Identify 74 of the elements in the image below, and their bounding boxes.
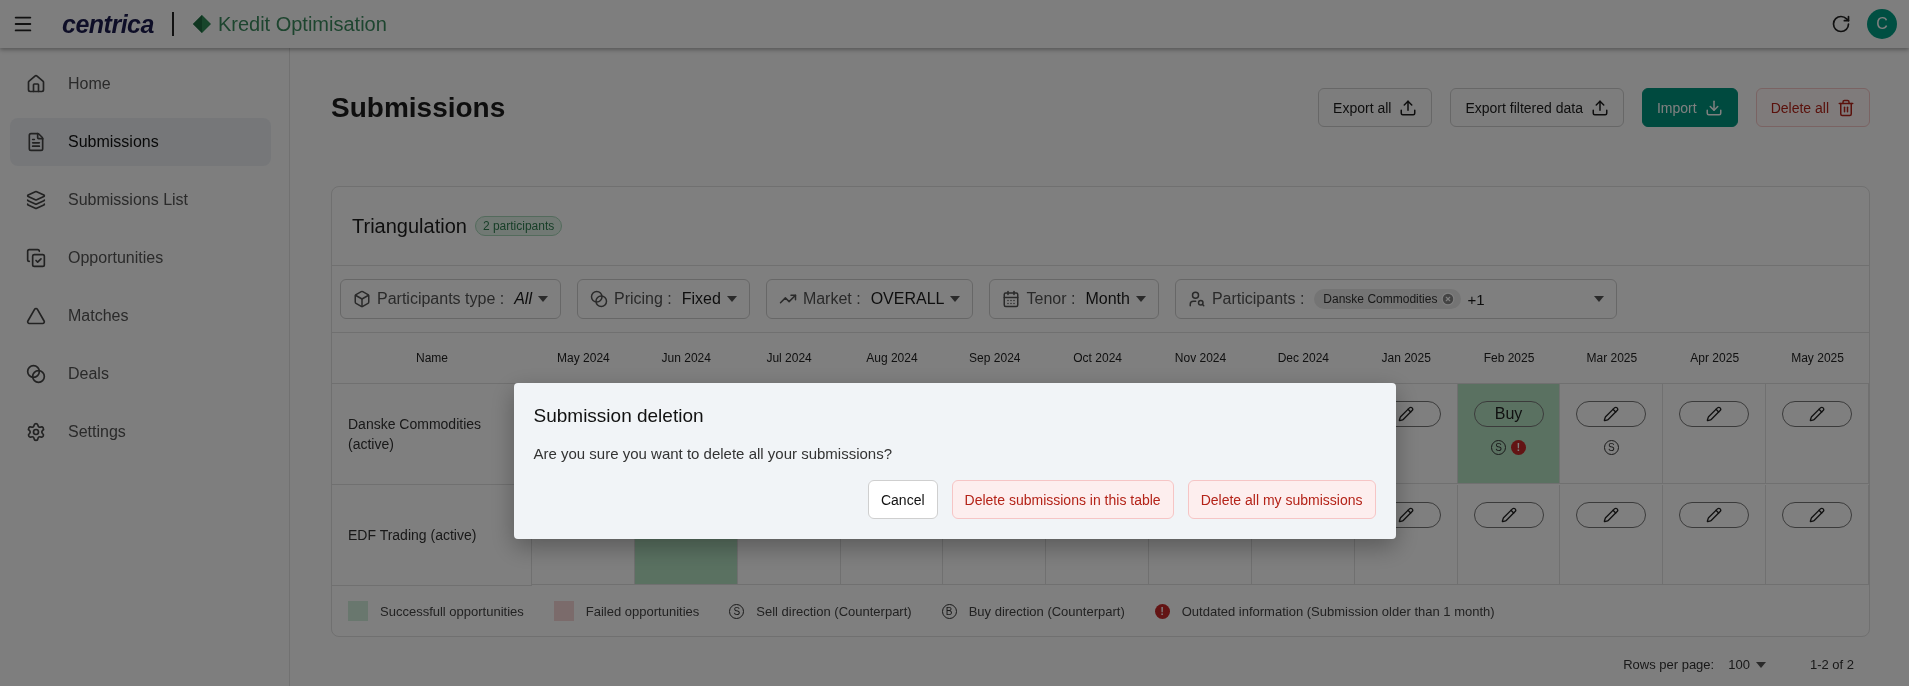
legend-label: Sell direction (Counterpart) [756,603,912,619]
caret-icon [726,296,737,302]
legend-label: Successfull opportunities [380,603,524,619]
delete-button[interactable]: Delete submissions in this table [951,480,1174,519]
pencil-icon [1809,406,1826,422]
filter-label: Participants : [1211,290,1305,308]
participant-chip[interactable]: Danske Commodities [1314,289,1462,309]
sidebar-item[interactable]: Home [10,60,271,108]
participants-dropdown[interactable]: Participants : Danske Commodities +1 [1174,279,1617,319]
rows-per-page-select[interactable]: 100 [1728,657,1766,672]
calendar-icon [1002,290,1021,308]
sidebar-item[interactable]: Settings [10,408,271,456]
filter-dropdown[interactable]: Market : OVERALL [765,279,974,319]
more-count: +1 [1467,290,1485,308]
dialog-title: Submission deletion [533,405,705,427]
sidebar-item[interactable]: Submissions List [10,176,271,224]
caret-icon [537,296,548,302]
caret-icon [1135,296,1146,302]
legend-label: Failed opportunities [585,603,700,619]
home-icon [26,74,46,94]
export-button[interactable]: Export filtered data [1450,88,1624,127]
warning-mark: ! [1154,603,1170,619]
export-button[interactable]: Export all [1318,88,1433,127]
layers-icon [26,190,46,210]
page-title: Submissions [331,91,506,124]
delete-button[interactable]: Delete all my submissions [1187,480,1376,519]
pencil-icon [1706,507,1723,523]
sidebar-item[interactable]: Deals [10,350,271,398]
filter-dropdown[interactable]: Pricing : Fixed [576,279,750,319]
pencil-icon [1603,406,1620,422]
trash-icon [1837,98,1855,117]
legend-label: Outdated information (Submission older than 1 month) [1181,603,1495,619]
card-title: Triangulation [352,214,467,238]
settings-icon [26,422,46,442]
filter-dropdown[interactable]: Tenor : Month [989,279,1159,319]
pencil-icon [1603,507,1620,523]
warning-mark: ! [1511,440,1527,455]
sidebar-item[interactable]: Submissions [10,118,271,166]
user-avatar[interactable]: C [1867,9,1897,39]
document-icon [26,132,46,152]
cancel-button[interactable]: Cancel [867,480,938,519]
import-button[interactable]: Import [1641,88,1738,127]
product-name: Kredit Optimisation [217,12,387,36]
caret-icon [1755,661,1766,668]
participants-badge: 2 participants [474,216,563,236]
cube-icon [353,290,371,308]
page-range: 1-2 of 2 [1809,657,1854,672]
legend-label: Buy direction (Counterpart) [968,603,1125,619]
refresh-icon[interactable] [1831,14,1851,34]
copy-check-icon [26,248,46,268]
diamond-logo-icon [191,14,212,34]
filter-dropdown[interactable]: Participants type : All [340,279,561,319]
pencil-icon [1809,507,1826,523]
delete-button[interactable]: Delete all [1755,88,1870,127]
rows-per-page-label: Rows per page: [1623,657,1715,672]
caret-icon [950,296,961,302]
download-icon [1704,98,1723,117]
brand-logo: centrica [62,9,154,39]
triangle-icon [26,306,46,326]
remove-icon[interactable] [1441,292,1456,306]
upload-icon [1590,98,1609,117]
pencil-icon [1397,507,1414,523]
sidebar-item[interactable]: Matches [10,292,271,340]
caret-icon [1593,296,1604,302]
chip-label: Danske Commodities [1323,292,1438,306]
pencil-icon [1500,507,1517,523]
sidebar-item[interactable]: Opportunities [10,234,271,282]
pencil-icon [1706,406,1723,422]
user-search-icon [1187,290,1206,308]
dialog-message: Are you sure you want to delete all your submissions? [533,445,894,462]
pencil-icon [1397,406,1414,422]
circles-icon [589,290,608,308]
circles-icon [26,364,46,384]
upload-icon [1399,98,1418,117]
